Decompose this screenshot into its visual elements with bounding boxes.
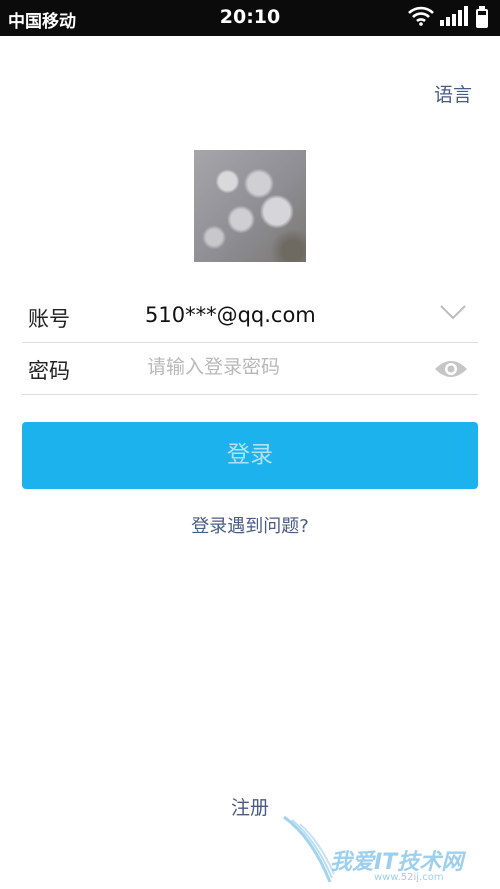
watermark: 我爱IT技术网 www.52ij.com	[282, 812, 492, 889]
password-row[interactable]: 密码	[22, 342, 478, 395]
avatar	[194, 150, 306, 262]
eye-icon[interactable]	[434, 358, 468, 380]
language-link[interactable]: 语言	[434, 80, 472, 107]
login-button[interactable]: 登录	[22, 422, 478, 489]
watermark-url: www.52ij.com	[374, 872, 444, 883]
status-bar: 中国移动 20:10	[0, 0, 500, 36]
battery-icon	[476, 6, 490, 30]
status-icons	[408, 6, 490, 30]
battery-level	[478, 15, 486, 26]
account-label: 账号	[28, 307, 70, 331]
account-row[interactable]: 账号 510***@qq.com	[22, 290, 478, 343]
wifi-icon	[408, 6, 434, 30]
signal-icon	[440, 6, 470, 30]
chevron-down-icon[interactable]	[440, 304, 466, 320]
login-problem-link[interactable]: 登录遇到问题?	[0, 512, 500, 538]
account-field[interactable]: 510***@qq.com	[145, 303, 316, 327]
password-field[interactable]	[147, 356, 407, 378]
password-label: 密码	[28, 359, 70, 383]
